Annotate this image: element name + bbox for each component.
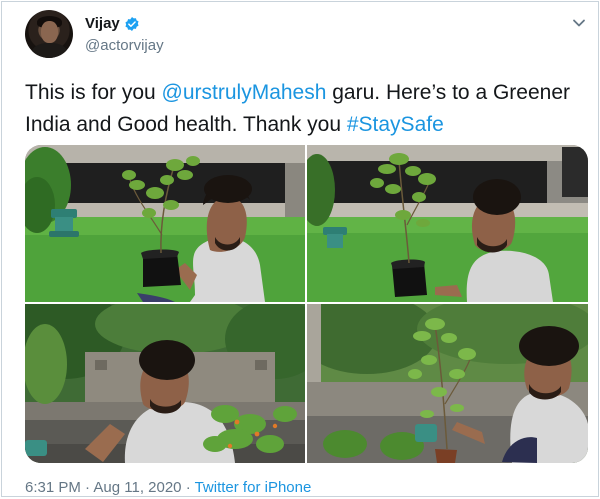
tweet-source-link[interactable]: Twitter for iPhone bbox=[195, 479, 312, 496]
tweet-text-part: This is for you bbox=[25, 81, 162, 104]
photo-4[interactable] bbox=[307, 304, 588, 463]
photo-4-image bbox=[307, 304, 588, 463]
meta-separator: · bbox=[181, 479, 195, 496]
tweet-text: This is for you @urstrulyMahesh garu. He… bbox=[25, 77, 585, 141]
verified-badge-icon bbox=[125, 16, 139, 31]
avatar-face bbox=[41, 21, 58, 43]
photo-1[interactable] bbox=[25, 145, 305, 302]
avatar-body bbox=[32, 43, 67, 58]
photo-1-image bbox=[25, 145, 305, 302]
meta-separator: · bbox=[80, 479, 94, 496]
hashtag-link[interactable]: #StaySafe bbox=[347, 113, 444, 136]
author-display-name[interactable]: Vijay bbox=[85, 15, 120, 32]
author-handle[interactable]: @actorvijay bbox=[85, 37, 164, 54]
photo-2[interactable] bbox=[307, 145, 588, 302]
media-grid bbox=[25, 145, 588, 463]
author-name-row[interactable]: Vijay bbox=[85, 15, 140, 32]
mention-link[interactable]: @urstrulyMahesh bbox=[162, 81, 327, 104]
tweet-meta: 6:31 PM · Aug 11, 2020 · Twitter for iPh… bbox=[25, 479, 311, 496]
chevron-down-icon[interactable] bbox=[572, 16, 586, 30]
tweet-time[interactable]: 6:31 PM bbox=[25, 479, 81, 496]
photo-2-image bbox=[307, 145, 588, 302]
tweet-date[interactable]: Aug 11, 2020 bbox=[93, 479, 181, 496]
avatar[interactable] bbox=[25, 10, 73, 58]
tweet-card: Vijay @actorvijay This is for you @urstr… bbox=[1, 1, 599, 497]
photo-3-image bbox=[25, 304, 305, 463]
photo-3[interactable] bbox=[25, 304, 305, 463]
